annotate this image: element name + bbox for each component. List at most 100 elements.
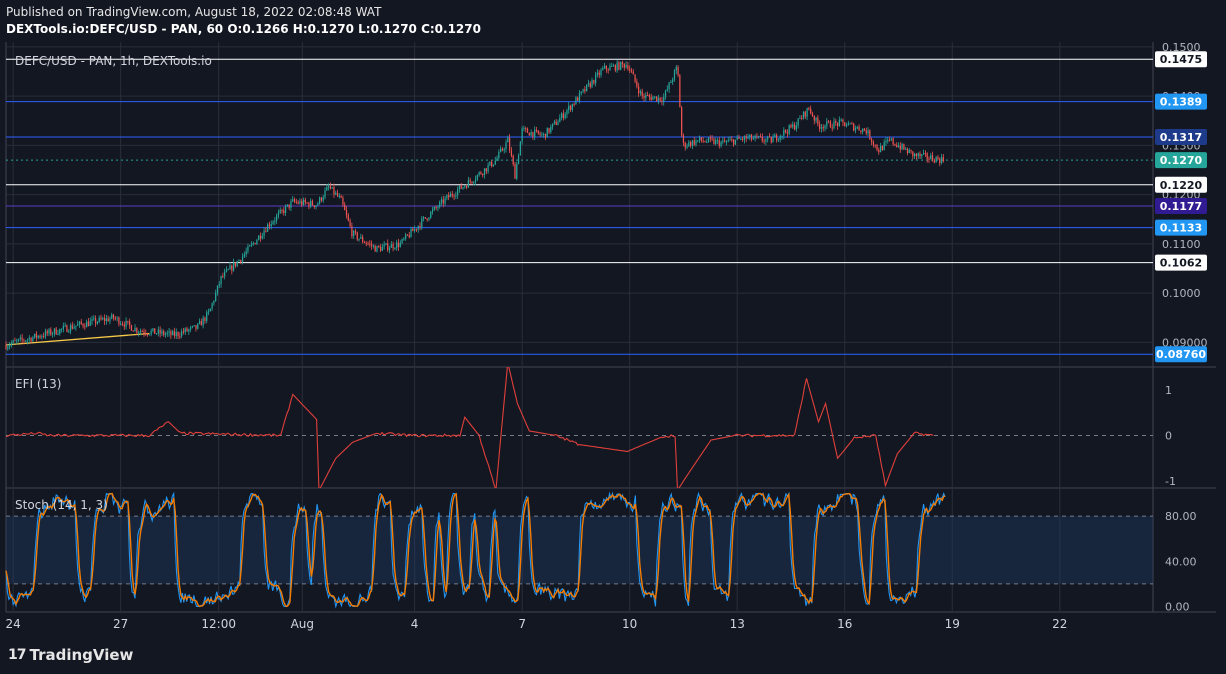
time-axis[interactable]: 24 27 12:00 Aug 4 7 10 13 16 19 22 [6,617,1068,631]
candle-body [546,128,548,138]
candle-body [611,66,613,68]
candle-body [111,314,113,319]
candle-body [596,72,599,75]
candle-body [204,317,206,321]
candle-body [924,153,927,155]
candle-body [582,89,584,92]
candle-body [722,140,724,142]
candle-body [878,149,880,153]
candle-body [505,142,507,150]
candle-body [784,130,787,133]
candle-body [689,142,692,146]
candle-body [53,328,56,334]
candle-body [940,157,943,163]
candle-body [802,111,805,119]
candle-body [394,248,396,250]
candle-body [849,123,851,125]
candle-body [157,329,159,334]
candle-body [77,324,79,326]
candle-body [87,321,90,326]
candle-body [444,198,446,204]
candle-body [258,235,260,241]
candle-body [851,123,853,125]
time-tick-label: Aug [291,617,314,631]
candle-body [763,140,765,142]
candle-body [207,311,210,313]
candle-body [279,209,281,213]
candle-body [68,331,70,333]
candle-body [399,242,401,247]
level-label: 0.1220 [1160,179,1203,192]
candle-body [605,65,608,70]
price-tick-label: 0.1100 [1162,238,1201,251]
candle-body [293,199,296,202]
candle-body [734,139,737,145]
candle-body [512,155,514,165]
candle-body [256,240,258,245]
candle-body [419,225,421,228]
candle-body [107,318,109,322]
candle-body [64,325,66,327]
candle-body [301,201,303,205]
candle-body [16,340,18,342]
candle-body [57,333,59,335]
candle-body [874,144,876,146]
candle-body [768,136,771,138]
candle-body [48,329,50,334]
candle-body [390,244,392,248]
candle-body [123,324,125,327]
candle-body [691,140,694,146]
candle-body [137,332,140,334]
candle-body [621,61,624,65]
candle-body [595,74,597,84]
candle-body [500,148,502,152]
candle-body [272,221,274,224]
candle-body [573,103,575,105]
level-label: 0.1270 [1160,154,1203,167]
candle-body [516,163,518,179]
candle-body [749,134,751,138]
candle-body [462,187,464,189]
candle-body [842,119,844,123]
trading-chart[interactable]: 0.15000.14000.13000.12000.11000.10000.09… [0,0,1226,674]
candle-body [17,338,20,341]
candle-body [550,126,552,133]
candle-body [826,121,828,126]
candle-body [555,121,557,125]
tradingview-brand[interactable]: 17 TradingView [8,646,133,664]
candle-body [525,128,527,130]
candle-body [433,206,435,210]
candle-body [403,238,405,240]
candle-body [28,337,30,340]
candle-body [141,331,143,333]
candle-body [908,149,910,154]
price-axis[interactable]: 0.15000.14000.13000.12000.11000.10000.09… [1155,41,1208,613]
candle-body [844,122,846,127]
candle-body [281,209,283,211]
candle-body [134,328,136,332]
candle-body [616,62,618,71]
candle-body [310,200,312,207]
time-tick-label: 12:00 [201,617,236,631]
candle-body [487,165,489,172]
candle-body [130,325,133,331]
candle-body [575,97,577,105]
candle-body [636,81,638,87]
candle-body [413,228,416,232]
candle-body [709,137,711,139]
candle-body [641,91,643,96]
candle-body [761,136,763,141]
candle-body [225,269,228,272]
candle-body [767,136,769,140]
candle-body [430,211,432,218]
candle-body [480,172,482,175]
candle-body [634,74,636,82]
candle-body [191,326,194,328]
candle-body [783,130,785,136]
efi-panel-title: EFI (13) [15,377,61,391]
candle-body [514,164,516,179]
candle-body [580,91,582,93]
candle-body [397,242,400,247]
candle-body [139,331,142,333]
level-label: 0.1133 [1160,222,1202,235]
